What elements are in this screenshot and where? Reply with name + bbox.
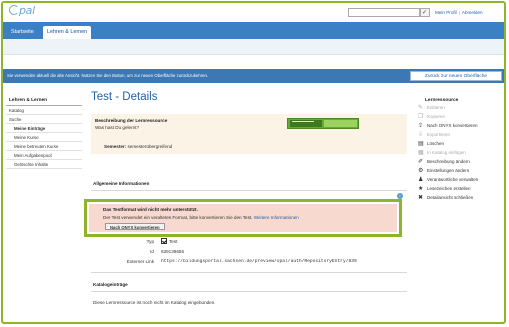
description-heading: Beschreibung der Lernressource xyxy=(95,118,168,123)
export-icon: ⇩ xyxy=(418,132,424,138)
action-label: Editieren xyxy=(427,105,445,110)
left-navigation: Lehren & Lernen Katalog Suche Meine Eint… xyxy=(6,96,82,169)
nav-title: Lehren & Lernen xyxy=(6,96,82,106)
action-editieren[interactable]: ✎ Editieren xyxy=(416,104,502,113)
main-content: Test - Details Beschreibung der Lernress… xyxy=(91,91,407,154)
action-label: Lesezeichen erstellen xyxy=(427,186,471,191)
warning-text: Der Test verwendet ein veraltetes Format… xyxy=(103,215,253,220)
nav-item-geloeschte-inhalte[interactable]: Gelöschte Inhalte xyxy=(6,160,82,169)
typ-value: Test xyxy=(161,238,177,244)
header: pal ✓ Mein Profil | Abmelden xyxy=(3,3,504,22)
action-label: Beschreibung ändern xyxy=(427,159,470,164)
id-label: Id xyxy=(150,249,154,254)
pencil-icon: ✐ xyxy=(418,159,424,165)
resource-thumbnail xyxy=(287,118,359,129)
convert-onyx-button[interactable]: Nach ONYX konvertieren xyxy=(105,223,165,230)
top-links: Mein Profil | Abmelden xyxy=(435,10,483,15)
action-label: In Katalog einfügen xyxy=(427,150,466,155)
warning-text-row: Der Test verwendet ein veraltetes Format… xyxy=(103,215,299,220)
tab-startseite[interactable]: Startseite xyxy=(7,26,38,39)
convert-icon: ⇪ xyxy=(418,123,424,129)
nav-item-katalog[interactable]: Katalog xyxy=(6,106,82,115)
page-title: Test - Details xyxy=(91,91,158,103)
search-button-icon: ✓ xyxy=(422,10,428,16)
action-label: Exportieren xyxy=(427,132,451,137)
edit-icon: ✎ xyxy=(418,105,424,111)
main-tabbar: Startseite Lehren & Lernen xyxy=(3,22,504,39)
nav-item-meine-eintraege[interactable]: Meine Einträge xyxy=(6,124,82,133)
copy-icon: ❐ xyxy=(418,114,424,120)
action-label: Löschen xyxy=(427,141,445,146)
description-text: Was hast Du gelernt? xyxy=(95,125,140,130)
window-frame: pal ✓ Mein Profil | Abmelden Startseite Le… xyxy=(1,1,506,324)
action-einstellungen-aendern[interactable]: ⚙ Einstellungen ändern xyxy=(416,167,502,176)
id-value: 639139655 xyxy=(161,249,184,254)
action-beschreibung-aendern[interactable]: ✐ Beschreibung ändern xyxy=(416,158,502,167)
nav-item-suche[interactable]: Suche xyxy=(6,115,82,124)
unsupported-format-warning: Das Testformat wird nicht mehr unterstüt… xyxy=(84,199,402,237)
catalog-text: Diese Lernressource ist noch nicht im Ka… xyxy=(93,300,216,305)
action-loeschen[interactable]: ▤ Löschen xyxy=(416,140,502,149)
gear-icon: ⚙ xyxy=(418,168,424,174)
action-label: Detailansicht schließen xyxy=(427,195,474,200)
divider xyxy=(91,190,407,191)
action-in-katalog-einfuegen[interactable]: ▦ In Katalog einfügen xyxy=(416,149,502,158)
profile-link[interactable]: Mein Profil xyxy=(435,10,457,15)
action-kopieren[interactable]: ❐ Kopieren xyxy=(416,113,502,122)
nav-item-meine-kurse[interactable]: Meine Kurse xyxy=(6,133,82,142)
warning-title: Das Testformat wird nicht mehr unterstüt… xyxy=(103,207,198,212)
logout-link[interactable]: Abmelden xyxy=(462,10,483,15)
bookmark-icon: ★ xyxy=(418,186,424,192)
nav-item-betreute-kurse[interactable]: Meine betreuten Kurse xyxy=(6,142,82,151)
action-label: Einstellungen ändern xyxy=(427,168,470,173)
link-separator: | xyxy=(458,10,460,15)
typ-label: Typ xyxy=(146,239,154,244)
logo-text: pal xyxy=(19,4,35,17)
notice-message: Sie verwenden aktuell die alte Ansicht. … xyxy=(7,73,209,78)
action-detailansicht-schliessen[interactable]: ✖ Detailansicht schließen xyxy=(416,194,502,203)
divider xyxy=(91,272,407,273)
catalog-icon: ▦ xyxy=(418,150,424,156)
checkbox-icon xyxy=(161,238,167,244)
actions-title: Lernressource xyxy=(425,98,459,103)
semester-label: Semester: xyxy=(104,144,127,149)
action-exportieren[interactable]: ⇩ Exportieren xyxy=(416,131,502,140)
search-input[interactable] xyxy=(348,8,420,17)
opal-logo[interactable]: pal xyxy=(9,4,35,17)
action-label: Verantwortliche verwalten xyxy=(427,177,479,182)
old-view-notice: Sie verwenden aktuell die alte Ansicht. … xyxy=(3,69,504,83)
external-link-value[interactable]: https://bildungsportal.sachsen.de/previe… xyxy=(161,259,407,264)
action-nach-onyx-konvertieren[interactable]: ⇪ Nach ONYX konvertieren xyxy=(416,122,502,131)
description-box: Beschreibung der Lernressource Was hast … xyxy=(91,114,407,154)
action-lesezeichen-erstellen[interactable]: ★ Lesezeichen erstellen xyxy=(416,185,502,194)
warning-inner: Das Testformat wird nicht mehr unterstüt… xyxy=(89,204,397,232)
action-label: Nach ONYX konvertieren xyxy=(427,123,478,128)
external-link-label: Externer Link xyxy=(126,259,154,264)
semester-row: Semester: semesterübergreifend xyxy=(104,144,172,149)
action-label: Kopieren xyxy=(427,114,446,119)
action-verantwortliche-verwalten[interactable]: ♟ Verantwortliche verwalten xyxy=(416,176,502,185)
more-info-link[interactable]: Weitere Informationen xyxy=(254,215,299,220)
right-actions: Lernressource ✎ Editieren ❐ Kopieren ⇪ Nach… xyxy=(416,98,502,203)
close-icon: ✖ xyxy=(418,195,424,201)
divider xyxy=(91,291,407,292)
user-icon: ♟ xyxy=(418,177,424,183)
catalog-title: Katalogeinträge xyxy=(93,282,128,287)
search-button[interactable]: ✓ xyxy=(420,8,430,17)
nav-item-aufgabenpool[interactable]: Mein Aufgabenpool xyxy=(6,151,82,160)
typ-value-text: Test xyxy=(169,239,178,244)
tab-lehren-lernen[interactable]: Lehren & Lernen xyxy=(43,26,92,39)
logo-swirl-icon xyxy=(9,5,19,15)
back-to-new-ui-button[interactable]: Zurück zur neuen Oberfläche xyxy=(410,71,502,81)
delete-icon: ▤ xyxy=(418,141,424,147)
sub-tabbar xyxy=(3,39,504,55)
semester-value: semesterübergreifend xyxy=(127,144,173,149)
general-info-title: Allgemeine Informationen xyxy=(93,181,150,186)
